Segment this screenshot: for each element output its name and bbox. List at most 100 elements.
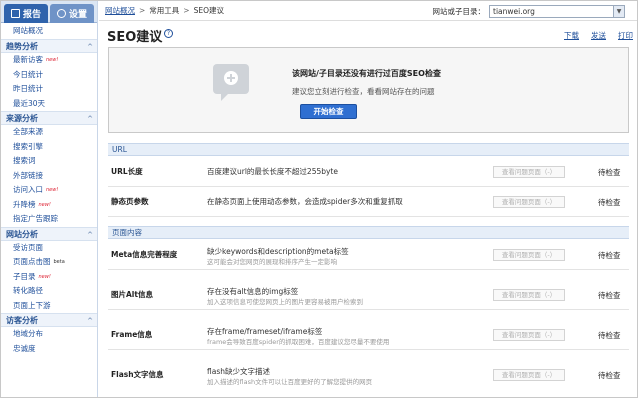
- row-hint: frame会导致百度spider的抓取困难，百度建议您尽量不要使用: [207, 338, 390, 346]
- tab-settings-label: 设置: [68, 10, 87, 20]
- report-icon: [10, 9, 20, 18]
- plus-icon: [224, 71, 238, 85]
- download-link[interactable]: 下载: [564, 30, 579, 41]
- view-problem-pages-button[interactable]: 查看问题页面（-）: [493, 196, 565, 208]
- add-comment-icon: [213, 64, 249, 101]
- view-problem-pages-button[interactable]: 查看问题页面（-）: [493, 369, 565, 381]
- sidebar-item-overview[interactable]: 网站概况: [1, 23, 97, 39]
- sidebar-item-label: 最新访客: [13, 55, 43, 64]
- sidebar-item[interactable]: 搜索引擎: [1, 140, 97, 155]
- sidebar-item[interactable]: 转化路径: [1, 284, 97, 299]
- sidebar-item[interactable]: 页面上下游: [1, 299, 97, 314]
- tab-report[interactable]: 报告: [4, 4, 48, 23]
- new-badge: new!: [38, 273, 51, 280]
- sidebar-item[interactable]: 受访页面: [1, 241, 97, 256]
- sidebar-item[interactable]: 升降榜 new!: [1, 198, 97, 213]
- row-title: Flash文字信息: [111, 370, 164, 379]
- sidebar-item[interactable]: 忠诚度: [1, 342, 97, 357]
- sidebar-item[interactable]: 搜索词: [1, 154, 97, 169]
- view-problem-pages-button[interactable]: 查看问题页面（-）: [493, 249, 565, 261]
- sidebar-item-label: 指定广告跟踪: [13, 214, 58, 223]
- breadcrumb-separator: >: [139, 6, 146, 15]
- sidebar-item[interactable]: 访问入口 new!: [1, 183, 97, 198]
- new-badge: new!: [38, 201, 51, 208]
- sidebar-item-label: 全部来源: [13, 127, 43, 136]
- section-header-url: URL: [108, 143, 629, 156]
- collapse-icon[interactable]: ^: [87, 40, 93, 54]
- sidebar-item-label: 子目录: [13, 271, 36, 281]
- collapse-icon[interactable]: ^: [87, 112, 93, 126]
- help-icon[interactable]: ?: [164, 29, 173, 38]
- sidebar-item[interactable]: 最新访客 new!: [1, 53, 97, 68]
- breadcrumb-tools: 常用工具: [149, 6, 180, 15]
- sidebar-item-label: 最近30天: [13, 98, 46, 108]
- sidebar-section-title: 来源分析: [6, 114, 38, 123]
- breadcrumb-home-link[interactable]: 网站概况: [105, 5, 135, 16]
- sidebar-item[interactable]: 今日统计: [1, 68, 97, 83]
- row-hint: 这可能会对您网页的展现和排序产生一定影响: [207, 258, 337, 266]
- sidebar-item-label: 受访页面: [13, 242, 43, 252]
- sidebar-item-label: 搜索引擎: [13, 141, 43, 151]
- sidebar-section-source[interactable]: 来源分析 ^: [1, 111, 97, 125]
- breadcrumb-current: SEO建议: [193, 6, 224, 15]
- sidebar-item[interactable]: 指定广告跟踪: [1, 212, 97, 227]
- collapse-icon[interactable]: ^: [87, 228, 93, 242]
- row-title: Frame信息: [111, 330, 153, 339]
- site-select[interactable]: tianwei.org ▼: [489, 5, 625, 18]
- status-label: 待检查: [598, 331, 621, 340]
- sidebar: 报告 设置 网站概况 趋势分析 ^ 最新访客 new! 今日统计 昨日统计 最近30…: [1, 1, 98, 397]
- app-frame: 报告 设置 网站概况 趋势分析 ^ 最新访客 new! 今日统计 昨日统计 最近30…: [0, 0, 638, 398]
- sidebar-item-label: 搜索词: [13, 156, 36, 165]
- row-title: 静态页参数: [111, 197, 149, 206]
- sidebar-item-label: 访问入口: [13, 185, 43, 194]
- view-problem-pages-button[interactable]: 查看问题页面（-）: [493, 329, 565, 341]
- sidebar-tabs: 报告 设置: [1, 1, 97, 23]
- sidebar-section-visitor[interactable]: 访客分析 ^: [1, 313, 97, 327]
- status-label: 待检查: [598, 251, 621, 260]
- sidebar-item-label: 昨日统计: [13, 84, 43, 93]
- view-problem-pages-button[interactable]: 查看问题页面（-）: [493, 289, 565, 301]
- collapse-icon[interactable]: ^: [87, 314, 93, 328]
- sidebar-item-label: 外部链接: [13, 170, 43, 180]
- send-link[interactable]: 发送: [591, 30, 606, 41]
- sidebar-section-trend[interactable]: 趋势分析 ^: [1, 39, 97, 53]
- sidebar-item[interactable]: 全部来源: [1, 125, 97, 140]
- tab-report-label: 报告: [22, 10, 41, 20]
- table-row: Meta信息完善程度 缺少keywords和description的meta标签…: [108, 240, 629, 270]
- section-header-page-content: 页面内容: [108, 226, 629, 239]
- table-row: 静态页参数 在静态页面上使用动态参数，会造成spider多次和重复抓取 查看问题…: [108, 187, 629, 217]
- tab-settings[interactable]: 设置: [50, 4, 94, 23]
- site-selector: 网站或子目录： tianwei.org ▼: [432, 5, 625, 18]
- chevron-down-icon[interactable]: ▼: [613, 6, 624, 17]
- beta-badge: beta: [53, 259, 65, 265]
- sidebar-item[interactable]: 页面点击图 beta: [1, 255, 97, 270]
- status-label: 待检查: [598, 198, 621, 207]
- sidebar-item-label: 页面点击图: [13, 257, 51, 266]
- title-row: SEO建议 ? 下载 发送 打印: [99, 21, 637, 46]
- new-badge: new!: [46, 187, 59, 193]
- print-link[interactable]: 打印: [618, 30, 633, 41]
- sidebar-item[interactable]: 昨日统计: [1, 82, 97, 97]
- notice-title: 该网站/子目录还没有进行过百度SEO检查: [292, 69, 441, 78]
- sidebar-item[interactable]: 最近30天: [1, 97, 97, 112]
- sidebar-item[interactable]: 子目录 new!: [1, 270, 97, 285]
- sidebar-section-site[interactable]: 网站分析 ^: [1, 226, 97, 242]
- status-label: 待检查: [598, 371, 621, 380]
- status-label: 待检查: [598, 291, 621, 300]
- row-hint: 加入这项信息可使您网页上的图片更容易被用户检索到: [207, 298, 363, 306]
- site-selector-label: 网站或子目录：: [432, 7, 486, 16]
- page-title: SEO建议: [107, 30, 163, 45]
- sidebar-section-title: 访客分析: [6, 316, 38, 325]
- table-row: Frame信息 存在frame/frameset/iframe标签 frame会…: [108, 320, 629, 350]
- row-hint: 加入描述的flash文件可以让百度更好的了解您提供的网页: [207, 378, 373, 386]
- gear-icon: [56, 9, 66, 18]
- start-check-button[interactable]: 开始检查: [300, 104, 357, 119]
- table-row: Flash文字信息 flash缺少文字描述 加入描述的flash文件可以让百度更…: [108, 360, 629, 390]
- main-content: 网站概况 > 常用工具 > SEO建议 网站或子目录： tianwei.org ▼…: [99, 1, 637, 397]
- sidebar-item-label: 今日统计: [13, 69, 43, 79]
- sidebar-item[interactable]: 外部链接: [1, 169, 97, 184]
- view-problem-pages-button[interactable]: 查看问题页面（-）: [493, 166, 565, 178]
- seo-check-notice: 该网站/子目录还没有进行过百度SEO检查 建议您立刻进行检查，看看网站存在的问题…: [108, 47, 629, 133]
- sidebar-item[interactable]: 地域分布: [1, 327, 97, 342]
- row-title: URL长度: [111, 167, 143, 176]
